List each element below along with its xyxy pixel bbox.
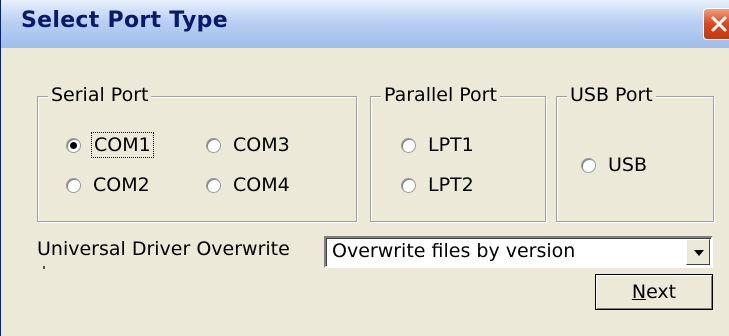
chevron-down-icon bbox=[694, 250, 704, 256]
overwrite-label-mark bbox=[43, 266, 45, 269]
radio-circle-usb[interactable] bbox=[581, 157, 596, 173]
radio-label-com1: COM1 bbox=[91, 132, 154, 158]
radio-com2[interactable]: COM2 bbox=[66, 173, 150, 197]
parallel-port-legend: Parallel Port bbox=[381, 84, 500, 106]
radio-label-com2: COM2 bbox=[93, 174, 150, 196]
close-icon bbox=[711, 16, 727, 32]
serial-port-group: Serial Port COM1 COM3 COM2 COM4 bbox=[37, 84, 357, 222]
radio-com1[interactable]: COM1 bbox=[66, 132, 154, 158]
overwrite-select[interactable]: Overwrite files by version bbox=[324, 236, 713, 268]
radio-label-com3: COM3 bbox=[233, 134, 290, 156]
usb-port-group: USB Port USB bbox=[556, 84, 714, 222]
radio-com3[interactable]: COM3 bbox=[206, 133, 290, 157]
radio-circle-com4[interactable] bbox=[206, 177, 221, 193]
radio-circle-lpt2[interactable] bbox=[401, 177, 416, 193]
radio-label-usb: USB bbox=[608, 154, 648, 176]
next-label-rest: ext bbox=[646, 281, 677, 303]
radio-label-com4: COM4 bbox=[233, 174, 290, 196]
radio-circle-com3[interactable] bbox=[206, 137, 221, 153]
radio-lpt2[interactable]: LPT2 bbox=[401, 173, 474, 197]
usb-port-legend: USB Port bbox=[567, 84, 656, 106]
select-port-type-dialog: Select Port Type Serial Port COM1 COM3 C… bbox=[0, 0, 729, 336]
radio-circle-lpt1[interactable] bbox=[401, 137, 416, 153]
next-mnemonic: N bbox=[631, 281, 647, 303]
serial-port-legend: Serial Port bbox=[48, 84, 152, 106]
radio-circle-com2[interactable] bbox=[66, 177, 81, 193]
overwrite-select-value: Overwrite files by version bbox=[332, 240, 576, 262]
radio-circle-com1[interactable] bbox=[66, 137, 81, 153]
radio-com4[interactable]: COM4 bbox=[206, 173, 290, 197]
radio-label-lpt1: LPT1 bbox=[428, 134, 474, 156]
radio-lpt1[interactable]: LPT1 bbox=[401, 133, 474, 157]
radio-usb[interactable]: USB bbox=[581, 153, 647, 177]
radio-label-lpt2: LPT2 bbox=[428, 174, 474, 196]
overwrite-label: Universal Driver Overwrite bbox=[37, 238, 290, 260]
window-title: Select Port Type bbox=[21, 8, 228, 33]
overwrite-dropdown-button[interactable] bbox=[686, 239, 710, 265]
dialog-content: Serial Port COM1 COM3 COM2 COM4 Parallel… bbox=[1, 48, 729, 336]
title-bar: Select Port Type bbox=[1, 0, 729, 48]
next-button[interactable]: Next bbox=[595, 274, 713, 310]
close-button[interactable] bbox=[703, 8, 729, 40]
parallel-port-group: Parallel Port LPT1 LPT2 bbox=[370, 84, 546, 222]
